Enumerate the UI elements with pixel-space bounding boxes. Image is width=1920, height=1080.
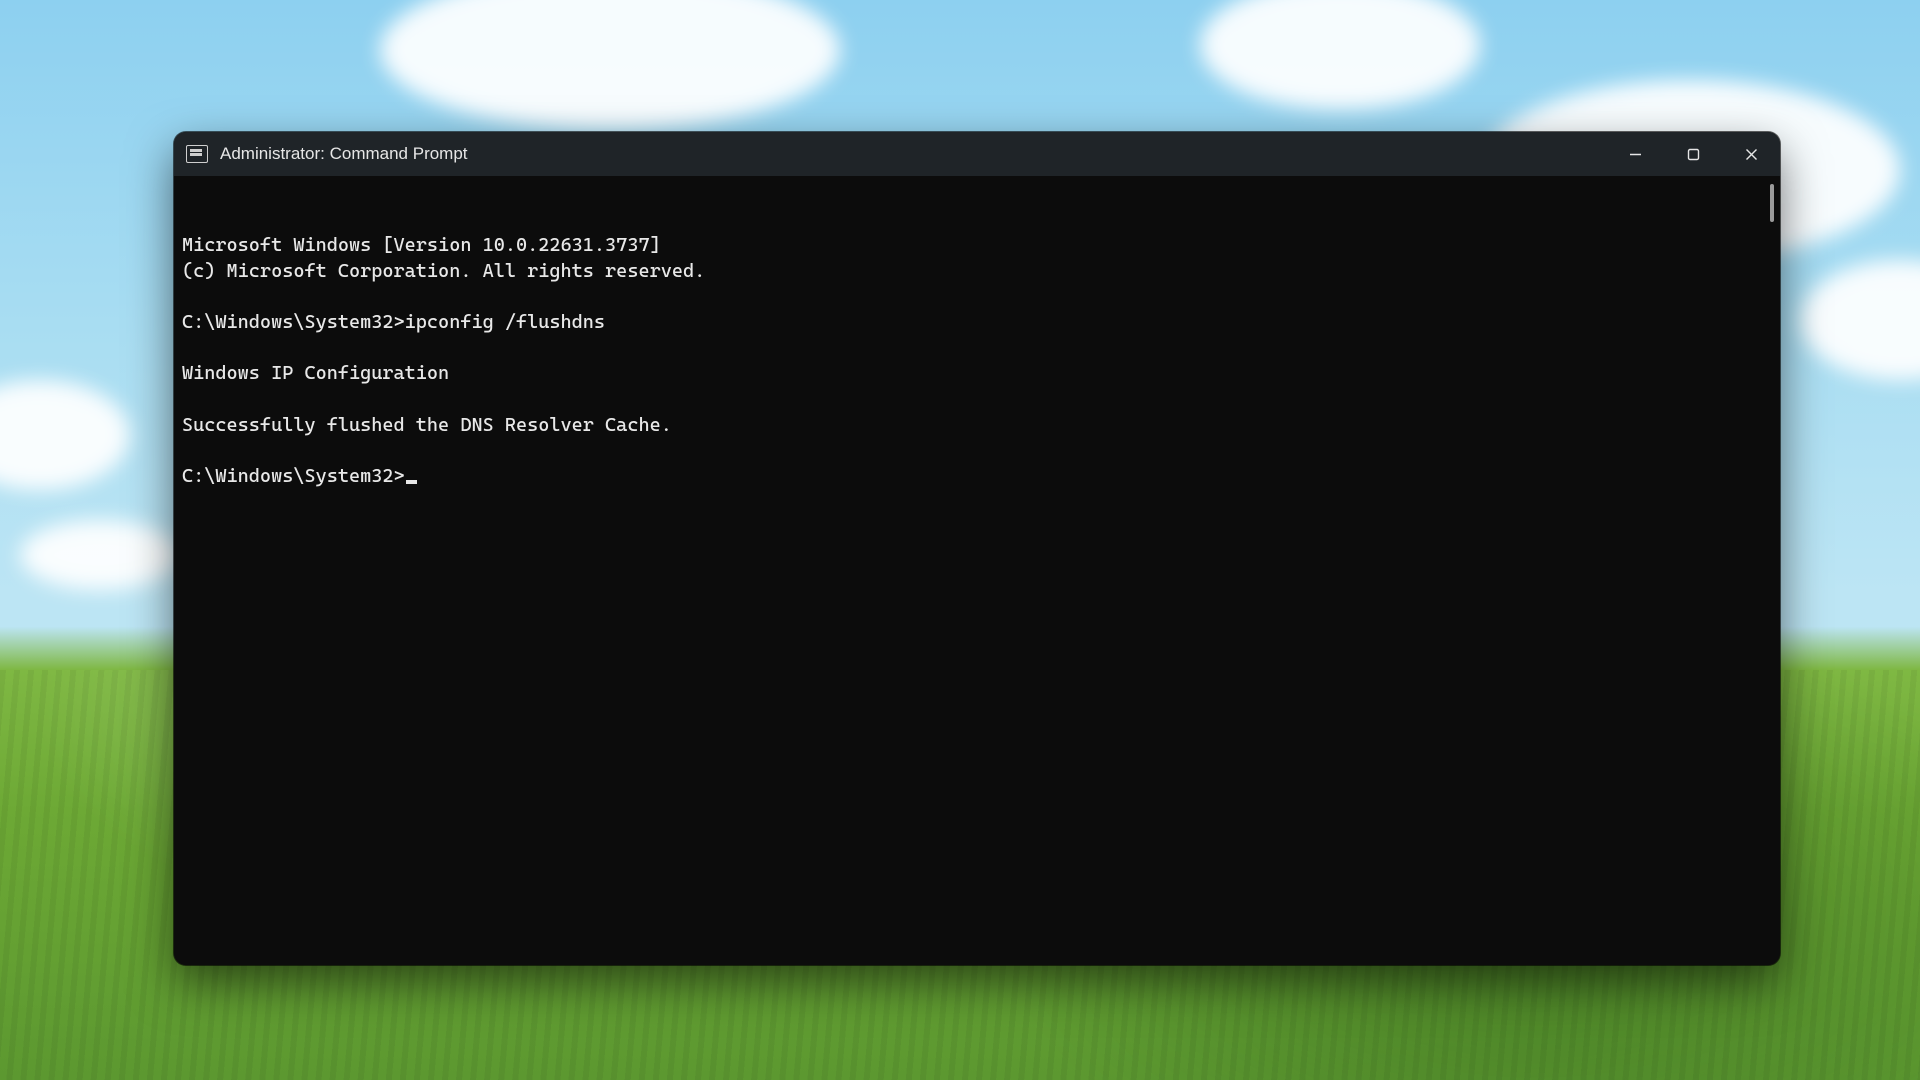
- terminal-line: C:\Windows\System32>ipconfig /flushdns: [182, 311, 605, 333]
- titlebar[interactable]: Administrator: Command Prompt: [174, 132, 1780, 176]
- minimize-button[interactable]: [1606, 132, 1664, 176]
- command-prompt-icon: [186, 145, 208, 163]
- terminal-line: (c) Microsoft Corporation. All rights re…: [182, 260, 705, 282]
- terminal-output[interactable]: Microsoft Windows [Version 10.0.22631.37…: [174, 176, 1780, 965]
- window-title: Administrator: Command Prompt: [220, 144, 468, 164]
- command-prompt-window[interactable]: Administrator: Command Prompt Microsoft …: [174, 132, 1780, 965]
- close-button[interactable]: [1722, 132, 1780, 176]
- minimize-icon: [1629, 148, 1642, 161]
- terminal-line: Microsoft Windows [Version 10.0.22631.37…: [182, 234, 661, 256]
- scrollbar-thumb[interactable]: [1770, 184, 1774, 222]
- maximize-icon: [1687, 148, 1700, 161]
- terminal-line: Successfully flushed the DNS Resolver Ca…: [182, 414, 672, 436]
- maximize-button[interactable]: [1664, 132, 1722, 176]
- close-icon: [1745, 148, 1758, 161]
- cursor-icon: [406, 480, 417, 484]
- terminal-prompt: C:\Windows\System32>: [182, 465, 405, 487]
- window-controls: [1606, 132, 1780, 176]
- terminal-line: Windows IP Configuration: [182, 362, 449, 384]
